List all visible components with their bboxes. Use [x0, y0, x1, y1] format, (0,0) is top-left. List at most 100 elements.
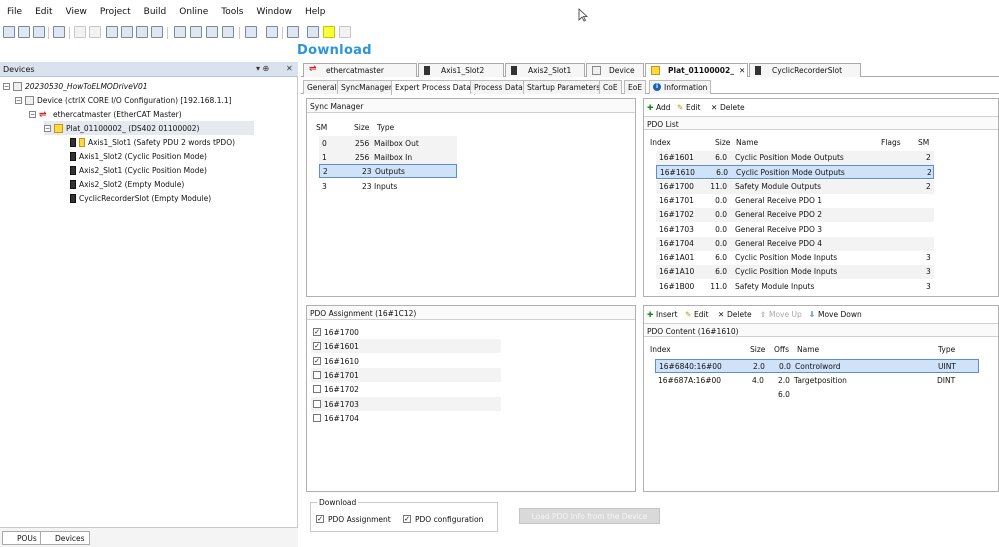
list-item[interactable]: 16#1701: [311, 367, 501, 382]
pdo-assignment-item-checkbox[interactable]: [313, 399, 321, 408]
find-icon[interactable]: [174, 26, 186, 38]
collapse-icon[interactable]: −: [29, 110, 36, 118]
table-row-selected[interactable]: 2 23 Outputs: [319, 164, 457, 178]
tab-general[interactable]: General: [303, 80, 341, 94]
delete-button[interactable]: ✕ Delete: [711, 103, 745, 112]
doc-tab-plat[interactable]: Plat_01100002_ ✕: [645, 63, 748, 77]
doc-tab-cyclicrecorderslot[interactable]: CyclicRecorderSlot: [749, 63, 861, 77]
pdo-assignment-item-checkbox[interactable]: ✓: [313, 328, 321, 336]
redo-icon[interactable]: [89, 26, 101, 38]
insert-button[interactable]: ✚ Insert: [647, 310, 678, 319]
tab-process-data[interactable]: Process Data: [470, 80, 527, 94]
menu-tools[interactable]: Tools: [214, 5, 249, 17]
collapse-icon[interactable]: −: [15, 96, 22, 104]
pdo-assignment-item-checkbox[interactable]: ✓: [313, 342, 321, 351]
close-tab-icon[interactable]: ✕: [739, 66, 745, 75]
table-row[interactable]: 3 23 Inputs: [319, 179, 457, 193]
menu-view[interactable]: View: [59, 5, 93, 17]
replace-icon[interactable]: [190, 26, 202, 38]
panel-close-icon[interactable]: ✕: [286, 64, 293, 73]
print-icon[interactable]: [53, 26, 65, 38]
pdo-configuration-checkbox[interactable]: ✓: [403, 515, 411, 523]
table-row[interactable]: 16#1701 0.0 General Receive PDO 1: [656, 193, 934, 208]
menu-help[interactable]: Help: [298, 5, 332, 17]
reset-icon[interactable]: [339, 26, 351, 38]
tab-expert-process-data[interactable]: Expert Process Data: [391, 80, 475, 95]
tab-information[interactable]: i Information: [649, 80, 712, 94]
table-row[interactable]: 1 256 Mailbox In: [319, 150, 457, 164]
table-row[interactable]: 0 256 Mailbox Out: [319, 136, 457, 150]
table-row-selected[interactable]: 16#6840:16#00 2.0 0.0 Controlword UINT: [655, 359, 979, 373]
delete-button[interactable]: ✕ Delete: [718, 310, 752, 319]
menu-online[interactable]: Online: [172, 5, 214, 17]
paste-icon[interactable]: [136, 26, 148, 38]
pdo-assignment-checkbox[interactable]: ✓: [316, 515, 324, 523]
delete-icon[interactable]: [151, 26, 163, 38]
table-row-selected[interactable]: 16#1610 6.0 Cyclic Position Mode Outputs 2: [656, 165, 934, 180]
pdo-assignment-item-checkbox[interactable]: [313, 413, 321, 422]
tree-item-axis2-slot2[interactable]: Axis2_Slot2 (Empty Module): [70, 177, 184, 191]
tab-devices[interactable]: Devices: [40, 531, 90, 545]
upload-icon[interactable]: [307, 26, 319, 38]
menu-project[interactable]: Project: [93, 5, 137, 17]
tree-item-ethercatmaster[interactable]: − ⇌ ethercatmaster (EtherCAT Master): [29, 107, 182, 121]
list-item[interactable]: ✓ 16#1601: [311, 339, 501, 354]
doc-tab-ethercatmaster[interactable]: ⇌ ethercatmaster: [303, 63, 417, 77]
build-icon[interactable]: [245, 26, 257, 38]
menu-window[interactable]: Window: [249, 5, 298, 17]
collapse-icon[interactable]: −: [3, 82, 10, 90]
tab-eoe[interactable]: EoE: [624, 80, 647, 94]
load-pdo-info-button[interactable]: Load PDO Info from the Device: [519, 508, 660, 524]
tree-item-axis1-slot1[interactable]: Axis1_Slot1 (Safety PDU 2 words tPDO): [70, 135, 235, 149]
list-item[interactable]: 16#1704: [311, 410, 501, 425]
doc-tab-device[interactable]: Device: [586, 63, 644, 77]
undo-icon[interactable]: [74, 26, 86, 38]
pdo-assignment-item-checkbox[interactable]: [313, 370, 321, 379]
pdo-assignment-item-checkbox[interactable]: ✓: [313, 356, 321, 365]
new-file-icon[interactable]: [3, 26, 15, 38]
add-button[interactable]: ✚ Add: [647, 103, 671, 112]
tree-item-plat[interactable]: − Plat_01100002_ (DS402 01100002): [44, 121, 254, 135]
bookmark-icon[interactable]: [222, 26, 234, 38]
device-icon[interactable]: [266, 26, 278, 38]
panel-pin-icon[interactable]: ▾ ⊕: [256, 64, 269, 73]
table-row[interactable]: 16#1704 0.0 General Receive PDO 4: [656, 236, 934, 251]
move-up-button[interactable]: ⇧ Move Up: [760, 310, 802, 319]
doc-tab-axis2-slot1[interactable]: Axis2_Slot1: [505, 63, 585, 77]
menu-edit[interactable]: Edit: [28, 5, 58, 17]
cut-icon[interactable]: [106, 26, 118, 38]
compile-icon[interactable]: [287, 26, 299, 38]
list-item[interactable]: 16#1703: [311, 396, 501, 411]
table-row[interactable]: 16#1601 6.0 Cyclic Position Mode Outputs 2: [656, 151, 934, 165]
collapse-icon[interactable]: −: [44, 124, 51, 132]
edit-button[interactable]: ✎ Edit: [685, 310, 709, 319]
find-in-project-icon[interactable]: [206, 26, 218, 38]
tree-item-cyclicrecorderslot[interactable]: CyclicRecorderSlot (Empty Module): [70, 191, 211, 205]
list-item[interactable]: 16#1702: [311, 382, 501, 397]
menu-build[interactable]: Build: [137, 5, 173, 17]
tab-coe[interactable]: CoE: [599, 80, 622, 94]
move-down-button[interactable]: ⇩ Move Down: [809, 310, 862, 319]
table-row[interactable]: 16#1702 0.0 General Receive PDO 2: [656, 208, 934, 223]
tree-item-axis1-slot2[interactable]: Axis1_Slot2 (Cyclic Position Mode): [70, 149, 207, 163]
download-icon[interactable]: [323, 26, 335, 38]
table-row[interactable]: 16#1A01 6.0 Cyclic Position Mode Inputs 3: [656, 251, 934, 266]
tab-startup-parameters[interactable]: Startup Parameters: [523, 80, 605, 94]
list-item[interactable]: ✓ 16#1610: [311, 353, 501, 368]
table-row[interactable]: 16#1A10 6.0 Cyclic Position Mode Inputs 3: [656, 265, 934, 280]
tab-syncmanager[interactable]: SyncManager: [337, 80, 396, 94]
menu-file[interactable]: File: [0, 5, 28, 17]
copy-icon[interactable]: [121, 26, 133, 38]
table-row[interactable]: 16#1700 11.0 Safety Module Outputs 2: [656, 179, 934, 194]
tab-pous[interactable]: POUs: [2, 531, 42, 545]
tree-item-device[interactable]: − Device (ctrlX CORE I/O Configuration) […: [15, 93, 232, 107]
table-row[interactable]: 16#1703 0.0 General Receive PDO 3: [656, 222, 934, 237]
table-row[interactable]: 16#687A:16#00 4.0 2.0 Targetposition DIN…: [655, 373, 979, 387]
doc-tab-axis1-slot2[interactable]: Axis1_Slot2: [418, 63, 504, 77]
edit-button[interactable]: ✎ Edit: [677, 103, 701, 112]
list-item[interactable]: ✓ 16#1700: [311, 325, 501, 339]
open-folder-icon[interactable]: [18, 26, 30, 38]
pdo-assignment-item-checkbox[interactable]: [313, 385, 321, 394]
tree-item-axis2-slot1[interactable]: Axis2_Slot1 (Cyclic Position Mode): [70, 163, 207, 177]
tree-item-project[interactable]: −20230530_HowToELMODriveV01: [3, 79, 148, 93]
